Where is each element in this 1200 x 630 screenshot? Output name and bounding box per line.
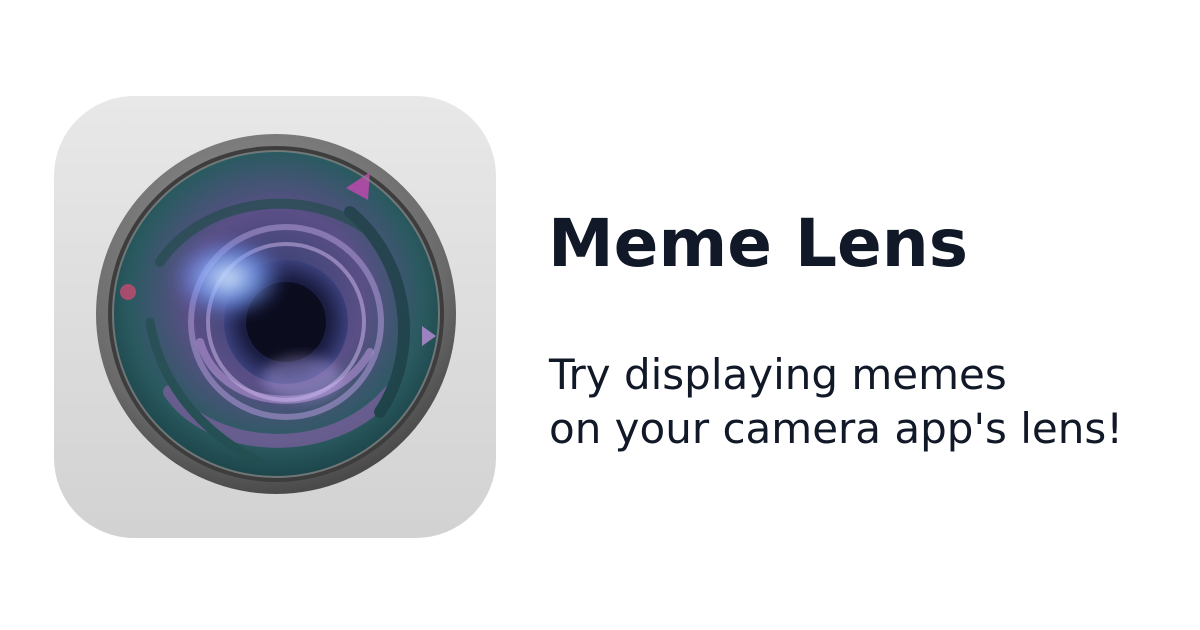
- camera-lens-icon: [50, 92, 500, 542]
- tagline-line-2: on your camera app's lens!: [549, 404, 1124, 453]
- app-tagline: Try displaying memes on your camera app'…: [549, 348, 1123, 456]
- tagline-line-1: Try displaying memes: [549, 350, 1007, 399]
- page: Meme Lens Try displaying memes on your c…: [0, 0, 1200, 630]
- app-title: Meme Lens: [548, 205, 969, 282]
